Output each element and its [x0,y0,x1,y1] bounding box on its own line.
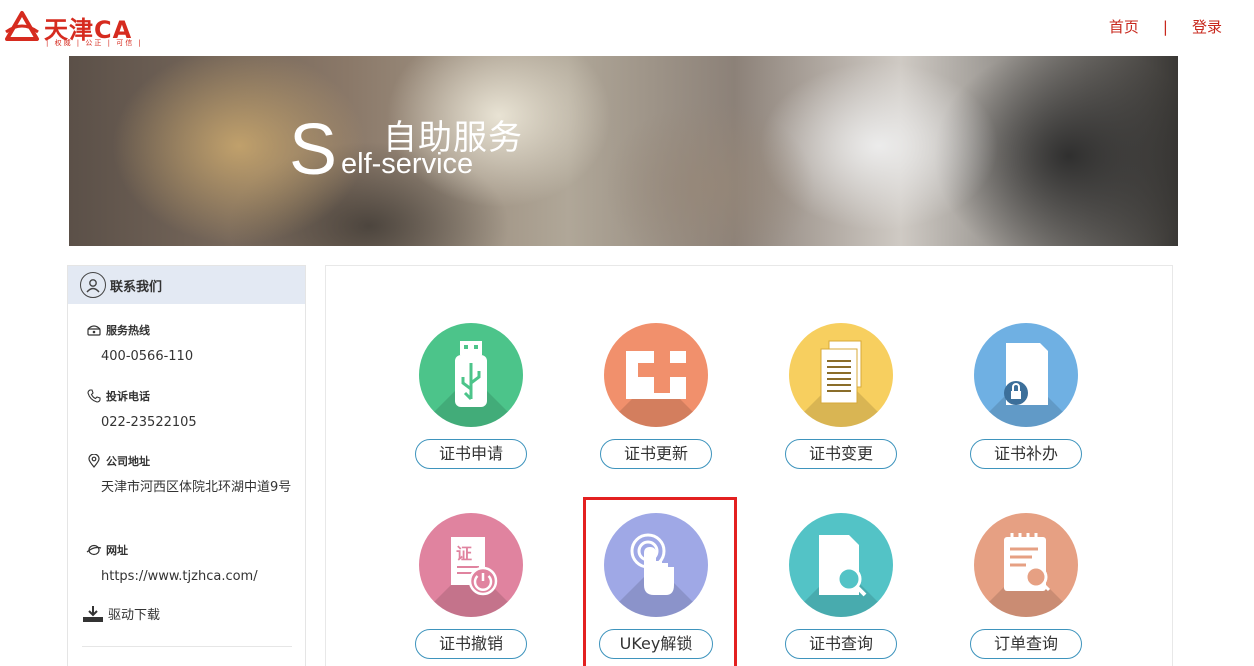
service-order-query[interactable]: 订单查询 [961,513,1091,659]
website-value[interactable]: https://www.tjzhca.com/ [101,566,301,588]
complaint-label: 投诉电话 [106,390,150,403]
service-revoke-circle[interactable]: 证 [419,513,523,617]
globe-icon [86,543,102,557]
service-reissue[interactable]: 证书补办 [961,323,1091,469]
hotline-value: 400-0566-110 [101,349,194,364]
location-icon [86,454,102,468]
nav-login-link[interactable]: 登录 [1192,16,1222,37]
self-service-banner: S 自助服务 elf-service [69,56,1178,246]
top-header: 天津CA | 权威 | 公正 | 可信 | 首页 | 登录 [0,0,1254,56]
document-search-icon [819,535,867,597]
address-label: 公司地址 [106,455,150,468]
service-panel: 证书申请 证书更新 证书变更 证书补办 证 证书撤销 UKey解锁 证书查询 订… [325,265,1173,666]
top-nav: 首页 | 登录 [1109,16,1222,37]
certificate-power-icon: 证 [451,537,498,596]
service-change[interactable]: 证书变更 [776,323,906,469]
download-icon [82,605,104,623]
svg-text:证: 证 [456,544,472,563]
handset-icon [86,389,102,403]
service-renew-circle[interactable] [604,323,708,427]
medical-cross-icon [626,347,686,399]
service-apply[interactable]: 证书申请 [406,323,536,469]
documents-icon [820,340,862,404]
usb-icon [455,341,487,407]
service-renew[interactable]: 证书更新 [591,323,721,469]
website-label: 网址 [106,544,128,557]
service-renew-label[interactable]: 证书更新 [600,439,712,469]
banner-big-letter: S [289,110,338,190]
website-info: 网址 https://www.tjzhca.com/ [86,542,301,588]
service-revoke[interactable]: 证 证书撤销 [406,513,536,659]
service-revoke-label[interactable]: 证书撤销 [415,629,527,659]
service-order-query-circle[interactable] [974,513,1078,617]
service-change-circle[interactable] [789,323,893,427]
logo[interactable]: 天津CA | 权威 | 公正 | 可信 | [4,8,164,48]
service-reissue-circle[interactable] [974,323,1078,427]
banner-title-en: elf-service [341,148,474,180]
complaint-info: 投诉电话 022-23522105 [86,388,301,434]
nav-separator: | [1162,17,1168,36]
service-ukey-unlock-circle[interactable] [604,513,708,617]
locked-document-icon [1004,343,1048,405]
logo-mark-icon [5,11,39,41]
nav-home-link[interactable]: 首页 [1109,16,1139,37]
complaint-value: 022-23522105 [101,415,197,430]
customer-service-icon [80,272,106,298]
driver-download-label: 驱动下载 [108,608,161,623]
address-value: 天津市河西区体院北环湖中道9号 [101,480,292,495]
phone-icon [86,323,102,337]
service-change-label[interactable]: 证书变更 [785,439,897,469]
service-apply-label[interactable]: 证书申请 [415,439,527,469]
sidebar-header: 联系我们 [68,266,305,304]
hotline-info: 服务热线 400-0566-110 [86,322,301,368]
driver-download-link[interactable]: 驱动下载 [82,604,160,623]
service-reissue-label[interactable]: 证书补办 [970,439,1082,469]
order-search-icon [1004,533,1051,592]
service-order-query-label[interactable]: 订单查询 [970,629,1082,659]
sidebar-divider [82,646,292,647]
logo-tagline: | 权威 | 公正 | 可信 | [46,39,143,47]
hotline-label: 服务热线 [106,324,150,337]
contact-sidebar: 联系我们 服务热线 400-0566-110 投诉电话 022-23522105… [67,265,306,666]
touch-icon [630,533,674,595]
sidebar-title: 联系我们 [110,279,163,295]
service-query-circle[interactable] [789,513,893,617]
service-query[interactable]: 证书查询 [776,513,906,659]
address-info: 公司地址 天津市河西区体院北环湖中道9号 [86,453,301,499]
service-query-label[interactable]: 证书查询 [785,629,897,659]
service-apply-circle[interactable] [419,323,523,427]
